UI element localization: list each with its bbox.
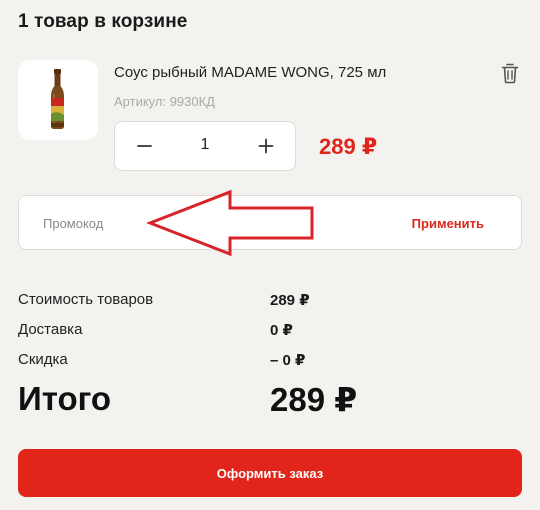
total-value: 289 ₽ — [270, 381, 358, 418]
fish-sauce-bottle-icon — [51, 69, 64, 129]
increase-quantity-button[interactable] — [241, 122, 291, 170]
plus-icon — [258, 138, 274, 154]
product-name[interactable]: Соус рыбный MADAME WONG, 725 мл — [114, 64, 386, 81]
decrease-quantity-button[interactable] — [119, 122, 169, 170]
discount-value: – 0 ₽ — [270, 352, 306, 369]
quantity-stepper: 1 — [114, 121, 296, 171]
apply-promo-button[interactable]: Применить — [412, 216, 484, 231]
checkout-button-label: Оформить заказ — [216, 465, 324, 481]
quantity-value[interactable]: 1 — [175, 136, 235, 154]
delivery-label: Доставка — [18, 321, 83, 338]
remove-item-button[interactable] — [497, 60, 523, 86]
product-price: 289 ₽ — [319, 134, 378, 159]
cart-title: 1 товар в корзине — [18, 11, 188, 32]
trash-icon — [501, 63, 519, 84]
goods-cost-value: 289 ₽ — [270, 292, 310, 309]
product-sku: Артикул: 9930КД — [114, 94, 215, 109]
minus-icon — [137, 145, 152, 147]
delivery-value: 0 ₽ — [270, 322, 293, 339]
annotation-arrow-icon — [146, 189, 314, 257]
product-thumbnail[interactable] — [18, 60, 98, 140]
goods-cost-label: Стоимость товаров — [18, 291, 154, 308]
discount-label: Скидка — [18, 351, 68, 368]
checkout-button[interactable]: Оформить заказ — [18, 449, 522, 497]
total-label: Итого — [18, 380, 112, 417]
